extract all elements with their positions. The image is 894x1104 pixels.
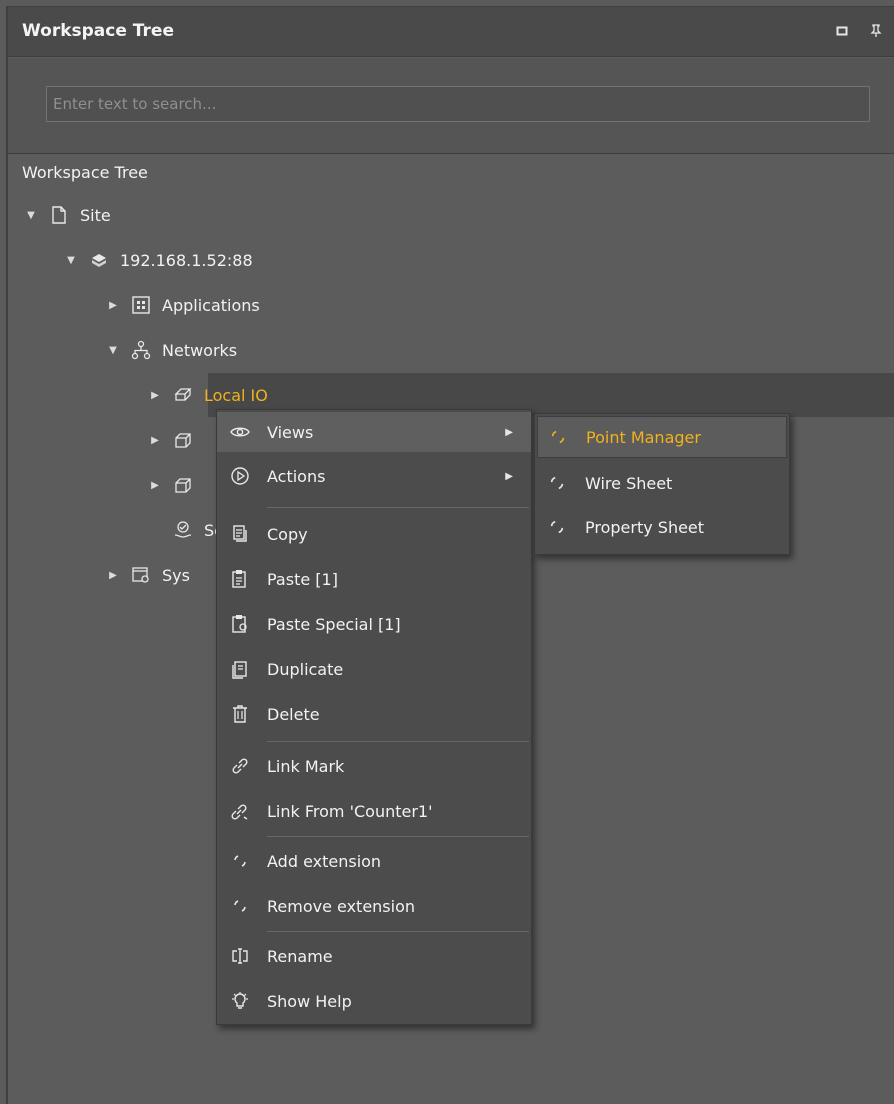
play-circle-icon <box>229 465 251 487</box>
view-icon <box>548 427 568 447</box>
menu-separator <box>267 507 529 508</box>
station-icon <box>88 249 110 271</box>
section-label: Workspace Tree <box>22 163 148 182</box>
tree-item-applications[interactable]: ▶ Applications <box>106 285 260 325</box>
extension-icon <box>229 895 251 917</box>
trash-icon <box>229 703 251 725</box>
menu-item-delete[interactable]: Delete <box>217 694 531 734</box>
submenu-item-label: Point Manager <box>586 427 701 447</box>
network-icon <box>130 339 152 361</box>
menu-item-label: Link From 'Counter1' <box>267 801 433 821</box>
tree-item-label: 192.168.1.52:88 <box>120 250 253 270</box>
io-device-icon <box>172 384 194 406</box>
maximize-icon[interactable] <box>834 23 850 39</box>
tree-item-label: Applications <box>162 295 260 315</box>
document-icon <box>48 204 70 226</box>
menu-item-label: Show Help <box>267 991 352 1011</box>
caret-right-icon[interactable]: ▶ <box>106 570 120 581</box>
tree-item-label: Site <box>80 205 111 225</box>
tree-item-site[interactable]: ▼ Site <box>24 195 111 235</box>
menu-item-remove-extension[interactable]: Remove extension <box>217 886 531 926</box>
caret-right-icon[interactable]: ▶ <box>148 435 162 446</box>
panel-titlebar: Workspace Tree <box>8 7 894 57</box>
menu-separator <box>267 836 529 837</box>
menu-item-paste-special[interactable]: Paste Special [1] <box>217 604 531 644</box>
eye-icon <box>229 421 251 443</box>
view-icon <box>547 517 567 537</box>
applications-icon <box>130 294 152 316</box>
workspace-tree-panel: Workspace Tree Workspace Tree ▼ Site ▼ 1… <box>6 6 894 1104</box>
system-icon <box>130 564 152 586</box>
view-icon <box>547 473 567 493</box>
menu-item-label: Rename <box>267 946 333 966</box>
views-submenu: Point Manager Wire Sheet Property Sheet <box>534 413 790 555</box>
menu-item-label: Remove extension <box>267 896 416 916</box>
menu-item-label: Duplicate <box>267 659 344 679</box>
tree-item-device-3[interactable]: ▶ <box>148 465 204 505</box>
pin-icon[interactable] <box>868 23 884 39</box>
duplicate-icon <box>229 658 251 680</box>
extension-icon <box>229 850 251 872</box>
panel-title: Workspace Tree <box>22 21 174 41</box>
link-from-icon <box>229 800 251 822</box>
caret-down-icon[interactable]: ▼ <box>64 255 78 266</box>
menu-item-actions[interactable]: Actions ▶ <box>217 456 531 496</box>
caret-right-icon[interactable]: ▶ <box>148 480 162 491</box>
submenu-arrow-icon: ▶ <box>505 426 513 438</box>
submenu-arrow-icon: ▶ <box>505 470 513 482</box>
menu-item-label: Views <box>267 422 314 442</box>
submenu-item-wire-sheet[interactable]: Wire Sheet <box>537 462 787 504</box>
lightbulb-icon <box>229 990 251 1012</box>
menu-item-link-mark[interactable]: Link Mark <box>217 746 531 786</box>
caret-right-icon[interactable]: ▶ <box>106 300 120 311</box>
tree-item-networks[interactable]: ▼ Networks <box>106 330 237 370</box>
menu-item-label: Paste Special [1] <box>267 614 401 634</box>
caret-right-icon[interactable]: ▶ <box>148 390 162 401</box>
menu-item-paste[interactable]: Paste [1] <box>217 559 531 599</box>
rename-icon <box>229 945 251 967</box>
menu-item-copy[interactable]: Copy <box>217 514 531 554</box>
menu-item-label: Add extension <box>267 851 382 871</box>
link-icon <box>229 755 251 777</box>
menu-item-rename[interactable]: Rename <box>217 936 531 976</box>
device-icon <box>172 474 194 496</box>
submenu-item-point-manager[interactable]: Point Manager <box>537 416 787 458</box>
search-input[interactable] <box>46 86 870 122</box>
menu-item-link-from[interactable]: Link From 'Counter1' <box>217 791 531 831</box>
menu-item-views[interactable]: Views ▶ <box>217 412 531 452</box>
paste-special-icon <box>229 613 251 635</box>
caret-down-icon[interactable]: ▼ <box>106 345 120 356</box>
menu-item-label: Actions <box>267 466 326 486</box>
context-menu: Views ▶ Actions ▶ Copy Paste [1] Paste S… <box>216 409 532 1025</box>
device-icon <box>172 429 194 451</box>
tree-item-device-2[interactable]: ▶ <box>148 420 204 460</box>
submenu-item-label: Property Sheet <box>585 517 705 537</box>
tree-item-label: Networks <box>162 340 238 360</box>
menu-item-label: Copy <box>267 524 308 544</box>
paste-icon <box>229 568 251 590</box>
tree-item-label: Sys <box>162 565 190 585</box>
menu-item-label: Link Mark <box>267 756 345 776</box>
services-icon <box>172 519 194 541</box>
submenu-item-property-sheet[interactable]: Property Sheet <box>537 506 787 548</box>
menu-item-duplicate[interactable]: Duplicate <box>217 649 531 689</box>
menu-item-label: Delete <box>267 704 320 724</box>
submenu-item-label: Wire Sheet <box>585 473 673 493</box>
menu-item-label: Paste [1] <box>267 569 338 589</box>
menu-item-show-help[interactable]: Show Help <box>217 981 531 1021</box>
tree-item-label: Local IO <box>204 385 268 405</box>
menu-item-add-extension[interactable]: Add extension <box>217 841 531 881</box>
tree-item-system[interactable]: ▶ Sys <box>106 555 190 595</box>
menu-separator <box>267 741 529 742</box>
tree-section-header: Workspace Tree <box>8 155 894 193</box>
menu-separator <box>267 931 529 932</box>
search-area <box>8 58 894 154</box>
caret-down-icon[interactable]: ▼ <box>24 210 38 221</box>
tree-item-station[interactable]: ▼ 192.168.1.52:88 <box>64 240 253 280</box>
copy-icon <box>229 523 251 545</box>
